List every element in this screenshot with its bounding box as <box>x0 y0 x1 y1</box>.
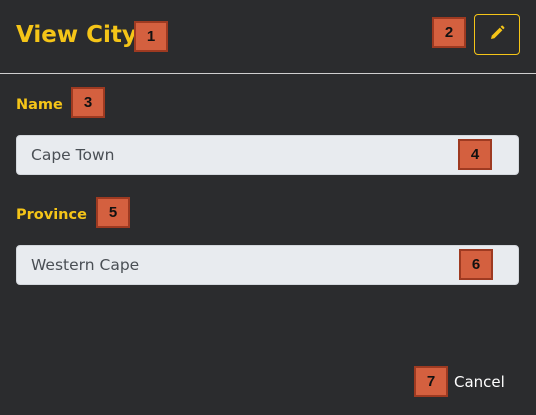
name-field[interactable]: Cape Town <box>16 135 519 175</box>
name-label: Name <box>16 97 63 113</box>
annotation-badge: 6 <box>459 249 493 280</box>
annotation-badge: 7 <box>414 366 448 397</box>
province-label: Province <box>16 207 87 223</box>
annotation-badge: 1 <box>134 21 168 52</box>
annotation-badge: 2 <box>432 17 466 48</box>
province-field[interactable]: Western Cape <box>16 245 519 285</box>
annotation-badge: 3 <box>71 87 105 118</box>
pencil-icon <box>488 24 506 45</box>
annotation-badge: 4 <box>458 139 492 170</box>
edit-button[interactable] <box>474 14 520 55</box>
header-divider <box>0 73 536 74</box>
dialog-title: View City <box>16 22 137 48</box>
cancel-button[interactable]: Cancel <box>454 372 505 392</box>
annotation-badge: 5 <box>96 197 130 228</box>
view-city-dialog: View City Name Cape Town Province Wester… <box>0 0 536 415</box>
